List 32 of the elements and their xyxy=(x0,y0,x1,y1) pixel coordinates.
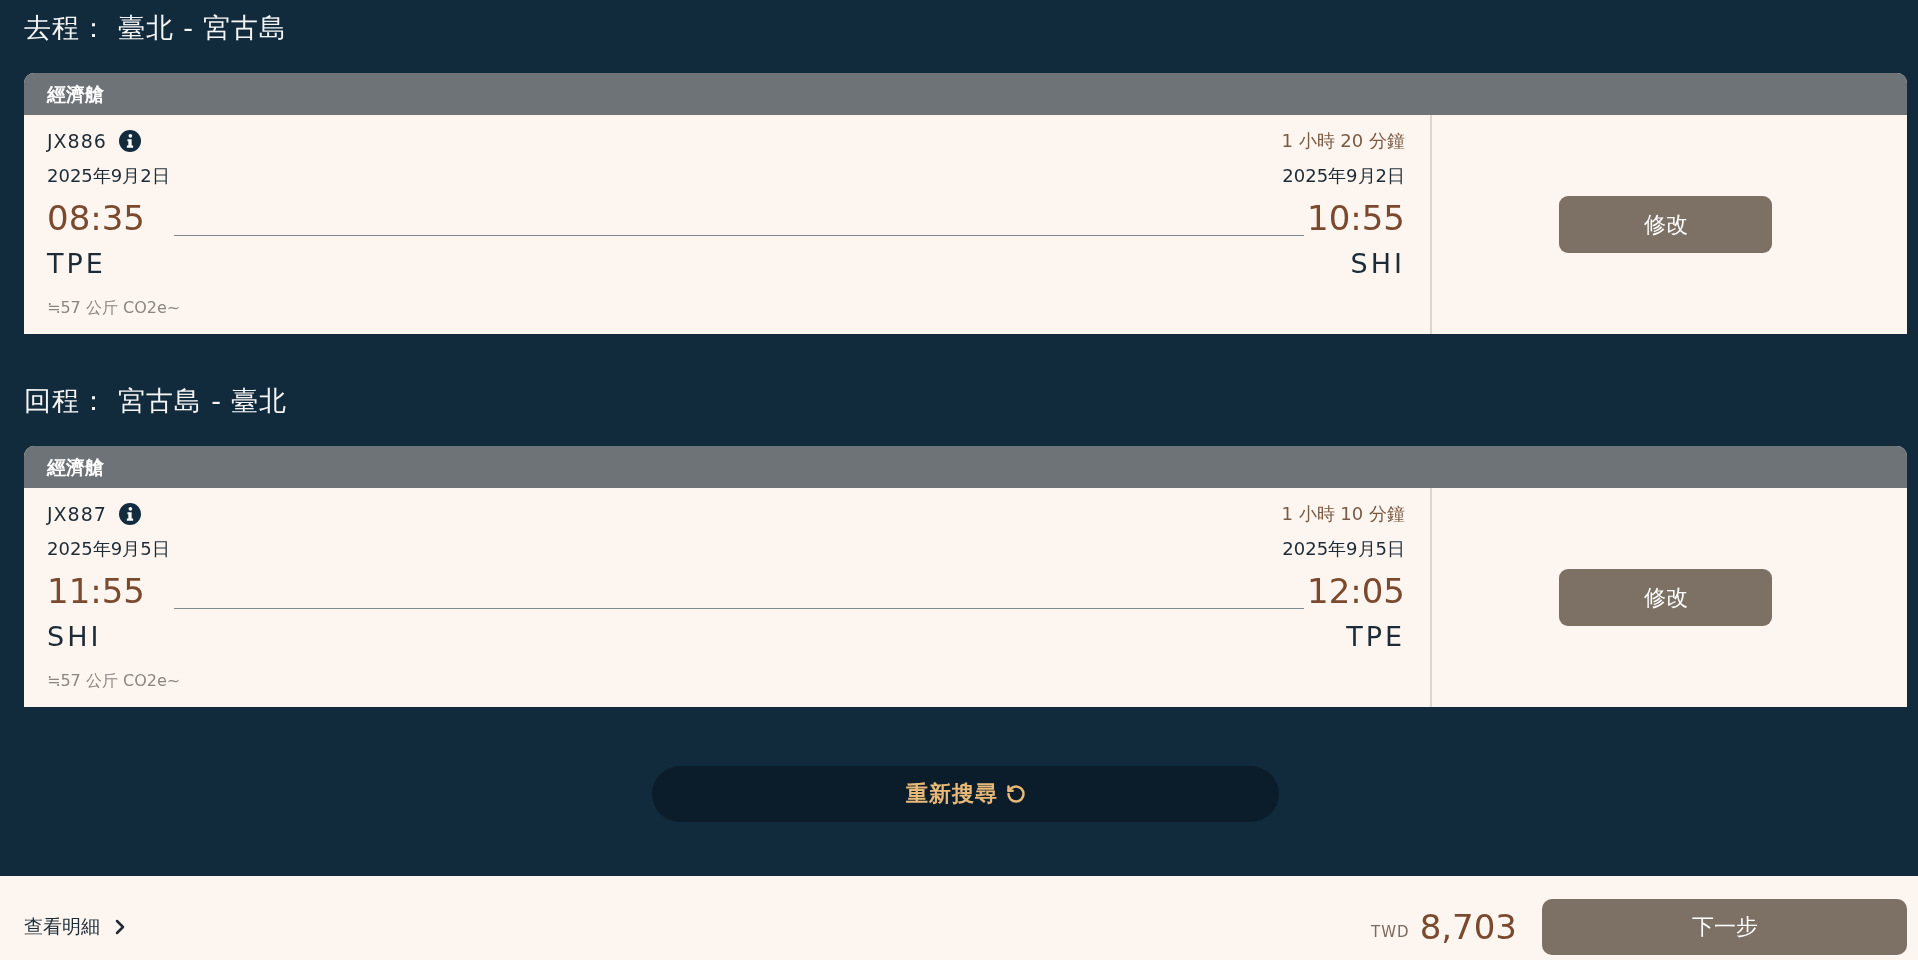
info-icon[interactable] xyxy=(118,130,141,152)
modify-button[interactable]: 修改 xyxy=(1559,196,1772,253)
details-link[interactable]: 查看明細 xyxy=(24,913,132,940)
departure-airport: SHI xyxy=(47,621,102,653)
flight-number: JX886 xyxy=(47,129,107,153)
emissions-text: ≒57 公斤 CO2e~ xyxy=(47,671,181,691)
currency-label: TWD xyxy=(1371,922,1410,941)
cabin-header: 經濟艙 xyxy=(24,446,1907,488)
search-again-button[interactable]: 重新搜尋 xyxy=(652,766,1279,822)
flight-duration: 1 小時 20 分鐘 xyxy=(1281,129,1405,153)
departure-date: 2025年9月5日 xyxy=(47,538,170,560)
arrival-date: 2025年9月2日 xyxy=(1282,165,1405,187)
section-heading: 回程： 宮古島 - 臺北 xyxy=(24,384,288,418)
departure-time: 08:35 xyxy=(47,198,145,238)
flight-number: JX887 xyxy=(47,502,107,526)
modify-button[interactable]: 修改 xyxy=(1559,569,1772,626)
refresh-icon xyxy=(1005,784,1026,804)
arrival-time: 10:55 xyxy=(1307,198,1405,238)
departure-date: 2025年9月2日 xyxy=(47,165,170,187)
info-icon[interactable] xyxy=(118,503,141,525)
next-button[interactable]: 下一步 xyxy=(1542,898,1907,955)
arrival-airport: SHI xyxy=(1350,248,1405,280)
departure-time: 11:55 xyxy=(47,571,145,611)
flight-duration: 1 小時 10 分鐘 xyxy=(1281,502,1405,526)
arrival-time: 12:05 xyxy=(1307,571,1405,611)
cabin-header: 經濟艙 xyxy=(24,73,1907,115)
arrival-date: 2025年9月5日 xyxy=(1282,538,1405,560)
total-price: 8,703 xyxy=(1419,906,1517,947)
arrival-airport: TPE xyxy=(1346,621,1405,653)
departure-airport: TPE xyxy=(47,248,106,280)
emissions-text: ≒57 公斤 CO2e~ xyxy=(47,298,181,318)
section-heading: 去程： 臺北 - 宮古島 xyxy=(24,11,288,45)
